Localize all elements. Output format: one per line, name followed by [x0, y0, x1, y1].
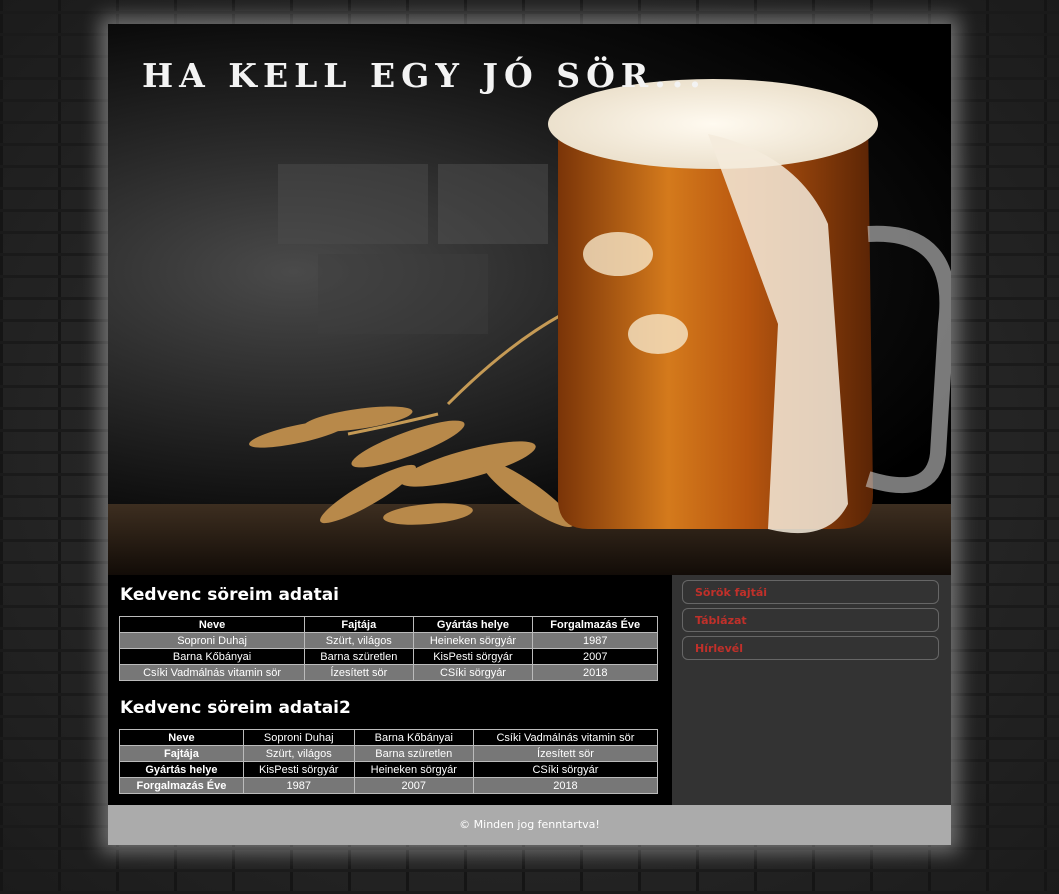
- section1-title: Kedvenc söreim adatai: [120, 585, 339, 605]
- table-cell: Barna szüretlen: [353, 745, 474, 762]
- table-cell: Soproni Duhaj: [118, 632, 306, 649]
- row-header: Forgalmazás Éve: [119, 777, 244, 794]
- table-cell: 1987: [532, 632, 658, 649]
- table-cell: Ízesített sör: [472, 745, 659, 762]
- table-row: Soproni Duhaj Szürt, világos Heineken sö…: [118, 632, 658, 649]
- table-cell: 2018: [532, 664, 658, 681]
- table-row: Fajtája Szürt, világos Barna szüretlen Í…: [119, 745, 659, 762]
- table-cell: Szürt, világos: [304, 632, 414, 649]
- table-cell: KisPesti sörgyár: [242, 761, 355, 778]
- sidebar-nav: Sörök fajtái Táblázat Hírlevél: [672, 575, 951, 805]
- row-header: Neve: [119, 729, 244, 746]
- column-header: Neve: [118, 616, 306, 633]
- sidebar-item-tablazat[interactable]: Táblázat: [682, 608, 939, 632]
- table-header-row: Neve Fajtája Gyártás helye Forgalmazás É…: [118, 616, 658, 633]
- table-cell: 2007: [532, 648, 658, 665]
- beer-illustration: [108, 79, 951, 575]
- header-banner: HA KELL EGY JÓ SÖR...: [108, 24, 951, 575]
- section2-title: Kedvenc söreim adatai2: [120, 698, 351, 718]
- table-row: Barna Kőbányai Barna szüretlen KisPesti …: [118, 648, 658, 665]
- column-header: Gyártás helye: [412, 616, 534, 633]
- table-cell: 2007: [353, 777, 474, 794]
- table-cell: Barna szüretlen: [304, 648, 414, 665]
- table-cell: CSíki sörgyár: [472, 761, 659, 778]
- table-cell: Barna Kőbányai: [353, 729, 474, 746]
- row-header: Fajtája: [119, 745, 244, 762]
- column-header: Forgalmazás Éve: [532, 616, 658, 633]
- footer: © Minden jog fenntartva!: [108, 805, 951, 845]
- table-cell: Csíki Vadmálnás vitamin sör: [472, 729, 659, 746]
- table-cell: Szürt, világos: [242, 745, 355, 762]
- table-row: Forgalmazás Éve 1987 2007 2018: [119, 777, 659, 794]
- row-header: Gyártás helye: [119, 761, 244, 778]
- sidebar-item-hirlevel[interactable]: Hírlevél: [682, 636, 939, 660]
- column-header: Fajtája: [304, 616, 414, 633]
- table-cell: 2018: [472, 777, 659, 794]
- table-row: Csíki Vadmálnás vitamin sör Ízesített sö…: [118, 664, 658, 681]
- table-cell: Ízesített sör: [304, 664, 414, 681]
- page-title: HA KELL EGY JÓ SÖR...: [142, 56, 707, 95]
- table-cell: Heineken sörgyár: [412, 632, 534, 649]
- table-cell: Heineken sörgyár: [353, 761, 474, 778]
- table-row: Neve Soproni Duhaj Barna Kőbányai Csíki …: [119, 729, 659, 746]
- table-row: Gyártás helye KisPesti sörgyár Heineken …: [119, 761, 659, 778]
- table-cell: Soproni Duhaj: [242, 729, 355, 746]
- sidebar-item-sorok-fajtai[interactable]: Sörök fajtái: [682, 580, 939, 604]
- footer-text: © Minden jog fenntartva!: [459, 818, 600, 831]
- page-container: HA KELL EGY JÓ SÖR... Kedvenc söreim ada…: [108, 24, 951, 845]
- table-cell: CSíki sörgyár: [412, 664, 534, 681]
- table-cell: KisPesti sörgyár: [412, 648, 534, 665]
- content-area: Kedvenc söreim adatai Neve Fajtája Gyárt…: [108, 575, 669, 805]
- table-cell: Barna Kőbányai: [118, 648, 306, 665]
- beer-table-1: Neve Fajtája Gyártás helye Forgalmazás É…: [118, 616, 658, 681]
- beer-table-2: Neve Soproni Duhaj Barna Kőbányai Csíki …: [119, 729, 659, 794]
- table-cell: 1987: [242, 777, 355, 794]
- table-cell: Csíki Vadmálnás vitamin sör: [118, 664, 306, 681]
